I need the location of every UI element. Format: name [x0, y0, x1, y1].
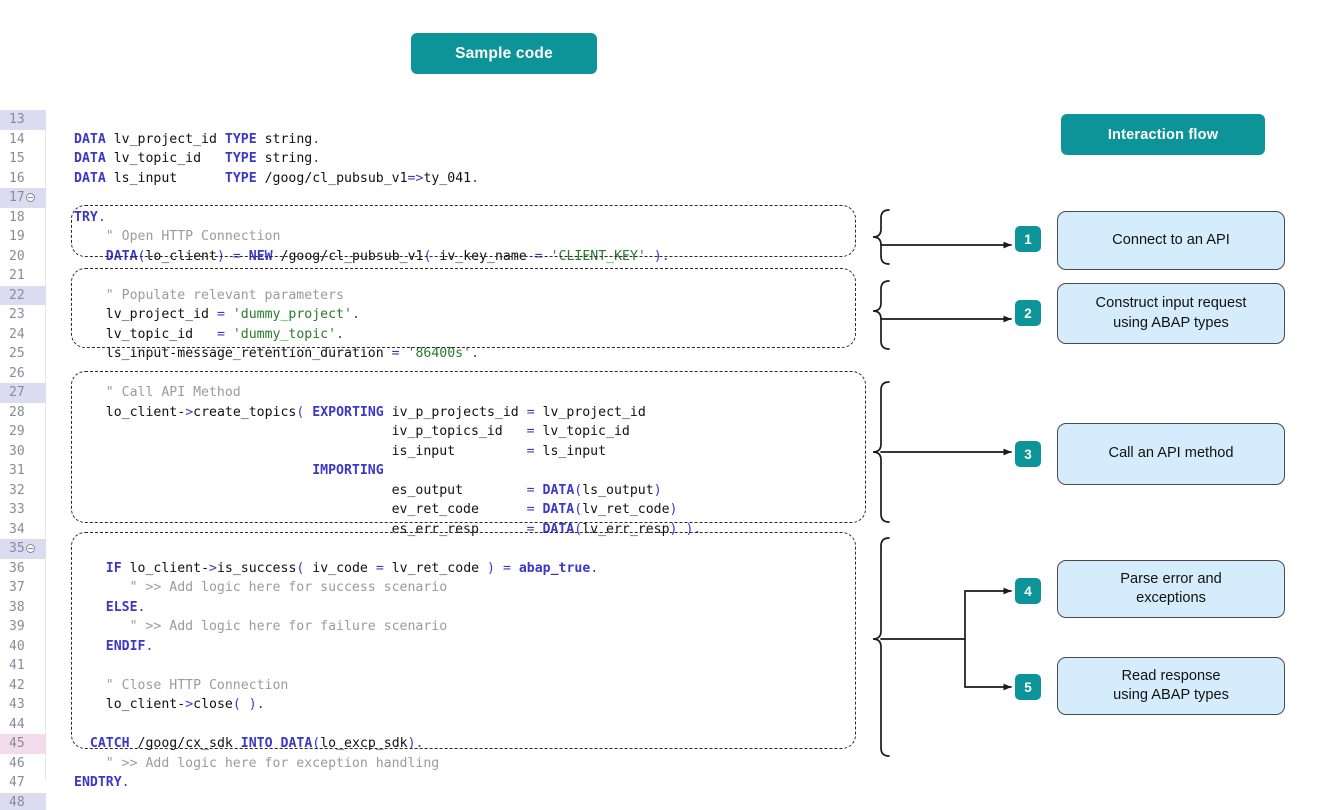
line-number: 46	[0, 754, 46, 774]
code-line: " Populate relevant parameters	[46, 286, 344, 306]
line-number: 38	[0, 598, 46, 618]
fold-toggle-icon[interactable]	[26, 544, 35, 553]
sample-code-title-badge: Sample code	[411, 33, 597, 74]
line-number: 35	[0, 539, 46, 559]
code-line: lo_client->create_topics( EXPORTING iv_p…	[46, 403, 646, 423]
line-number: 15	[0, 149, 46, 169]
code-line: DATA lv_project_id TYPE string.	[46, 130, 320, 150]
line-number: 24	[0, 325, 46, 345]
flow-step-number-2: 2	[1015, 300, 1041, 326]
code-listing: 1314151617181920212223242526272829303132…	[0, 110, 900, 780]
code-line: " >> Add logic here for failure scenario	[46, 617, 447, 637]
flow-step-number-1: 1	[1015, 226, 1041, 252]
line-number: 16	[0, 169, 46, 189]
code-line: iv_p_topics_id = lv_topic_id	[46, 422, 630, 442]
code-line: " Close HTTP Connection	[46, 676, 288, 696]
line-number: 30	[0, 442, 46, 462]
flow-step-box-call-an-api-method[interactable]: Call an API method	[1057, 423, 1285, 485]
line-number: 39	[0, 617, 46, 637]
line-number: 27	[0, 383, 46, 403]
code-line	[46, 266, 74, 286]
code-line: " Open HTTP Connection	[46, 227, 280, 247]
code-line: DATA lv_topic_id TYPE string.	[46, 149, 320, 169]
flow-step-box-connect-to-an-api[interactable]: Connect to an API	[1057, 211, 1285, 270]
line-number: 37	[0, 578, 46, 598]
code-line: " Call API Method	[46, 383, 241, 403]
code-line	[46, 539, 74, 559]
line-number: 41	[0, 656, 46, 676]
line-number: 48	[0, 793, 46, 810]
line-number: 34	[0, 520, 46, 540]
fold-toggle-icon[interactable]	[26, 193, 35, 202]
flow-step-box-parse-error-and-exceptions[interactable]: Parse error andexceptions	[1057, 560, 1285, 618]
line-number: 23	[0, 305, 46, 325]
code-line: ls_input-message_retention_duration = '8…	[46, 344, 479, 364]
code-line: DATA(lo_client) = NEW /goog/cl_pubsub_v1…	[46, 247, 670, 267]
code-line: ENDIF.	[46, 637, 153, 657]
code-line: is_input = ls_input	[46, 442, 606, 462]
line-number: 21	[0, 266, 46, 286]
flow-step-box-construct-input-request[interactable]: Construct input requestusing ABAP types	[1057, 283, 1285, 344]
code-line: es_err_resp = DATA(lv_err_resp) ).	[46, 520, 701, 540]
line-number: 19	[0, 227, 46, 247]
code-line	[46, 715, 74, 735]
code-line: " >> Add logic here for success scenario	[46, 578, 447, 598]
line-number: 44	[0, 715, 46, 735]
code-line: IF lo_client->is_success( iv_code = lv_r…	[46, 559, 598, 579]
flow-step-number-4: 4	[1015, 578, 1041, 604]
line-number-gutter: 1314151617181920212223242526272829303132…	[0, 110, 46, 780]
code-line: ELSE.	[46, 598, 145, 618]
code-line: lv_topic_id = 'dummy_topic'.	[46, 325, 344, 345]
line-number: 32	[0, 481, 46, 501]
code-line: " >> Add logic here for exception handli…	[46, 754, 439, 774]
code-lines: DATA lv_project_id TYPE string.DATA lv_t…	[46, 110, 900, 780]
line-number: 40	[0, 637, 46, 657]
line-number: 43	[0, 695, 46, 715]
code-line	[46, 364, 74, 384]
code-line: lv_project_id = 'dummy_project'.	[46, 305, 360, 325]
line-number: 26	[0, 364, 46, 384]
code-line	[46, 188, 74, 208]
code-line: lo_client->close( ).	[46, 695, 265, 715]
line-number: 28	[0, 403, 46, 423]
flow-step-box-read-response[interactable]: Read responseusing ABAP types	[1057, 657, 1285, 715]
code-line: ev_ret_code = DATA(lv_ret_code)	[46, 500, 678, 520]
code-line: es_output = DATA(ls_output)	[46, 481, 662, 501]
code-line: ENDTRY.	[46, 773, 130, 793]
line-number: 20	[0, 247, 46, 267]
line-number: 18	[0, 208, 46, 228]
line-number: 42	[0, 676, 46, 696]
flow-step-number-3: 3	[1015, 441, 1041, 467]
line-number: 45	[0, 734, 46, 754]
line-number: 13	[0, 110, 46, 130]
interaction-flow-title-badge: Interaction flow	[1061, 114, 1265, 155]
line-number: 36	[0, 559, 46, 579]
line-number: 29	[0, 422, 46, 442]
line-number: 47	[0, 773, 46, 793]
line-number: 22	[0, 286, 46, 306]
code-line: DATA ls_input TYPE /goog/cl_pubsub_v1=>t…	[46, 169, 479, 189]
code-line	[46, 110, 74, 130]
code-line: IMPORTING	[46, 461, 384, 481]
line-number: 14	[0, 130, 46, 150]
diagram-page: Sample code Interaction flow 13141516171…	[0, 0, 1321, 810]
code-line: CATCH /goog/cx_sdk INTO DATA(lo_excp_sdk…	[46, 734, 423, 754]
line-number: 33	[0, 500, 46, 520]
code-line: TRY.	[46, 208, 106, 228]
line-number: 31	[0, 461, 46, 481]
line-number: 17	[0, 188, 46, 208]
line-number: 25	[0, 344, 46, 364]
code-line	[46, 656, 74, 676]
code-line	[46, 793, 74, 810]
flow-step-number-5: 5	[1015, 674, 1041, 700]
